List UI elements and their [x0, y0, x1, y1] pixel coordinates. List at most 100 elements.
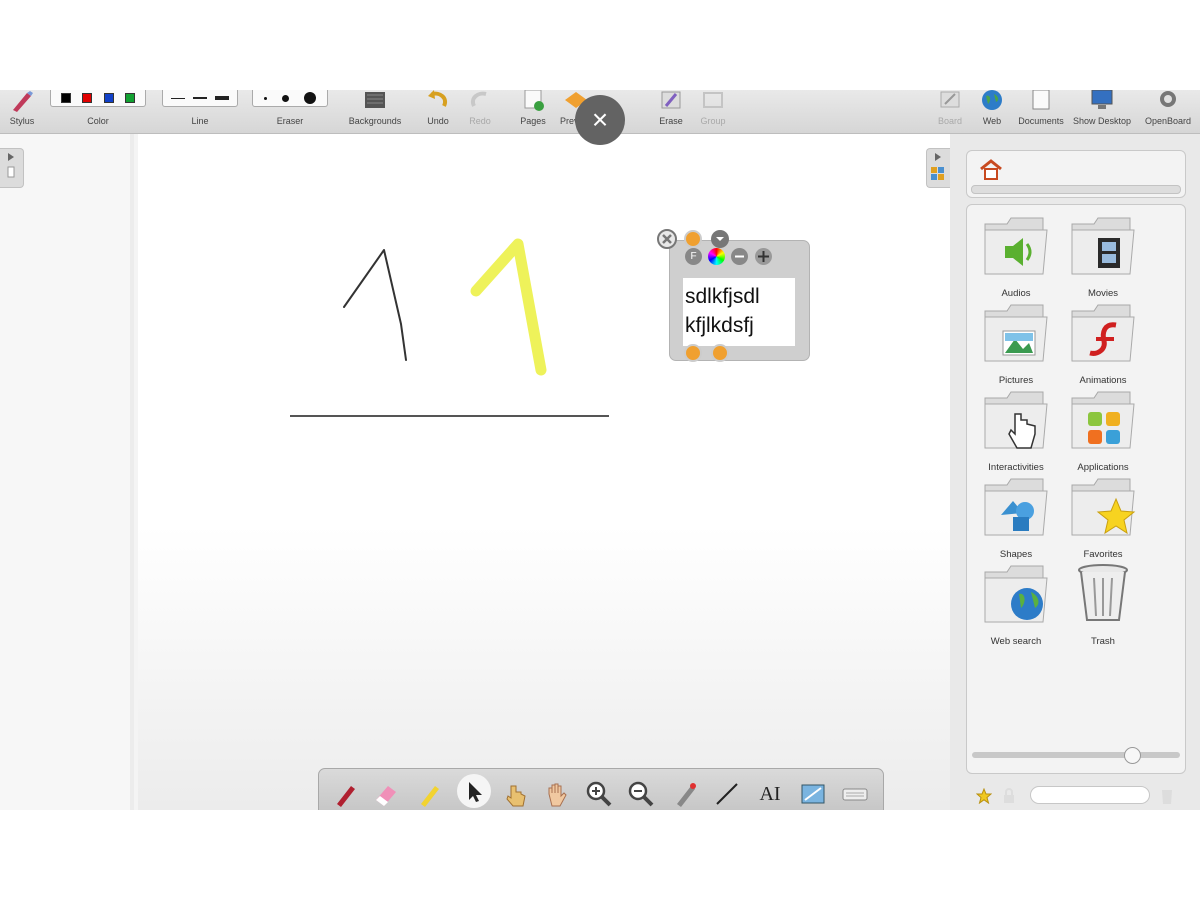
- board-button[interactable]: Board: [932, 90, 968, 134]
- library-folder-animations[interactable]: Animations: [1060, 303, 1146, 386]
- backgrounds-button[interactable]: Backgrounds: [342, 90, 408, 134]
- library-folder-applications[interactable]: Applications: [1060, 390, 1146, 473]
- pages-label: Pages: [520, 116, 546, 126]
- interactivities-folder-icon: [984, 391, 1048, 449]
- library-search-input[interactable]: [1030, 786, 1150, 804]
- documents-icon: [1032, 90, 1050, 110]
- eraser-large-option[interactable]: [303, 92, 316, 104]
- library-folder-pictures[interactable]: Pictures: [973, 303, 1059, 386]
- color-swatches: [50, 90, 146, 107]
- right-panel-toggle[interactable]: [926, 148, 950, 188]
- collapse-arrow-icon: [931, 153, 944, 180]
- globe-icon: [982, 90, 1002, 110]
- hand-tool[interactable]: [543, 780, 571, 808]
- library-folder-shapes[interactable]: Shapes: [973, 477, 1059, 560]
- delete-icon[interactable]: [1160, 787, 1174, 805]
- close-icon[interactable]: [657, 229, 677, 249]
- marker-icon: [421, 786, 439, 807]
- zoom-out-tool[interactable]: [627, 780, 655, 808]
- laser-pointer-icon: [677, 783, 696, 807]
- eraser-group: Eraser: [250, 90, 330, 134]
- gear-icon: [1160, 91, 1176, 107]
- decrease-size-icon[interactable]: [731, 248, 748, 265]
- marker-tool[interactable]: [415, 780, 443, 808]
- slider-handle[interactable]: [1124, 747, 1141, 764]
- zoom-in-tool[interactable]: [585, 780, 613, 808]
- library-folder-favorites[interactable]: Favorites: [1060, 477, 1146, 560]
- laser-pointer-tool[interactable]: [671, 780, 699, 808]
- folder-label: Applications: [1077, 462, 1129, 473]
- stylus-icon: [13, 91, 33, 112]
- stylus-label: Stylus: [9, 116, 35, 126]
- shapes-folder-icon: [984, 478, 1048, 536]
- highlighter-stroke[interactable]: [470, 238, 547, 376]
- color-group: Color: [48, 90, 148, 134]
- pen-tool[interactable]: [331, 780, 359, 808]
- color-swatch-green[interactable]: [125, 93, 136, 103]
- library-folder-web-search[interactable]: Web search: [973, 564, 1059, 647]
- increase-size-icon[interactable]: [755, 248, 772, 265]
- web-button[interactable]: Web: [974, 90, 1010, 134]
- line-thin-option[interactable]: [171, 97, 185, 99]
- close-button[interactable]: ×: [575, 95, 625, 145]
- color-swatch-blue[interactable]: [103, 93, 114, 103]
- menu-chevron-down-icon[interactable]: [711, 230, 729, 248]
- library-folder-interactivities[interactable]: Interactivities: [973, 390, 1059, 473]
- move-right-icon[interactable]: [711, 344, 729, 362]
- line-group: Line: [160, 90, 240, 134]
- left-panel-toggle[interactable]: [0, 148, 24, 188]
- capture-tool[interactable]: [799, 780, 827, 808]
- openboard-label: OpenBoard: [1144, 116, 1192, 126]
- zoom-in-icon: [586, 781, 612, 807]
- line-label: Line: [191, 116, 209, 126]
- undo-button[interactable]: Undo: [420, 90, 456, 134]
- line-tool[interactable]: [713, 780, 741, 808]
- add-favorite-star-icon[interactable]: [976, 788, 992, 804]
- virtual-keyboard-tool[interactable]: [841, 780, 869, 808]
- whiteboard-canvas[interactable]: [138, 134, 950, 810]
- documents-button[interactable]: Documents: [1016, 90, 1066, 134]
- text-box-content[interactable]: sdlkfjsdl kfjlkdsfj: [685, 282, 793, 340]
- interact-tool[interactable]: [501, 780, 529, 808]
- color-swatch-black[interactable]: [60, 93, 71, 103]
- library-folder-movies[interactable]: Movies: [1060, 216, 1146, 299]
- pages-button[interactable]: Pages: [514, 90, 552, 134]
- erase-button[interactable]: Erase: [652, 90, 690, 134]
- eraser-small-option[interactable]: [264, 96, 268, 100]
- color-swatch-red[interactable]: [82, 93, 93, 103]
- selector-icon: [469, 782, 482, 802]
- openboard-window: Stylus Color Line Eraser Backgrounds Und…: [0, 90, 1200, 810]
- stylus-button[interactable]: Stylus: [0, 90, 44, 134]
- favorites-folder-icon: [1071, 478, 1136, 536]
- library-trash[interactable]: Trash: [1060, 564, 1146, 647]
- line-medium-option[interactable]: [193, 97, 207, 99]
- pen-stroke[interactable]: [343, 249, 407, 361]
- text-tool[interactable]: AI: [756, 780, 784, 808]
- duplicate-icon[interactable]: [684, 230, 702, 248]
- redo-button[interactable]: Redo: [462, 90, 498, 134]
- pen-icon: [337, 786, 355, 807]
- hand-icon: [548, 783, 567, 807]
- show-desktop-button[interactable]: Show Desktop: [1070, 90, 1134, 134]
- library-header: [966, 150, 1186, 198]
- move-left-icon[interactable]: [684, 344, 702, 362]
- breadcrumb-scrollbar[interactable]: [971, 185, 1181, 194]
- selector-tool[interactable]: [457, 774, 491, 808]
- line-thick-option[interactable]: [215, 96, 229, 100]
- home-icon[interactable]: [979, 159, 1003, 181]
- lock-icon[interactable]: [1002, 788, 1016, 804]
- interact-icon: [506, 785, 526, 807]
- library-folder-audios[interactable]: Audios: [973, 216, 1059, 299]
- eraser-tool[interactable]: [372, 780, 400, 808]
- eraser-size-options: [252, 90, 328, 107]
- thumbnail-size-slider[interactable]: [972, 752, 1180, 758]
- left-page-panel: [0, 134, 134, 810]
- board-label: Board: [937, 116, 963, 126]
- text-box-widget[interactable]: F sdlkfjsdl kfjlkdsfj: [657, 229, 812, 362]
- color-wheel-icon[interactable]: [708, 248, 725, 265]
- openboard-menu-button[interactable]: OpenBoard: [1136, 90, 1200, 134]
- group-button[interactable]: Group: [694, 90, 732, 134]
- show-desktop-icon: [1091, 90, 1113, 109]
- font-icon[interactable]: F: [685, 248, 702, 265]
- eraser-medium-option[interactable]: [281, 94, 289, 102]
